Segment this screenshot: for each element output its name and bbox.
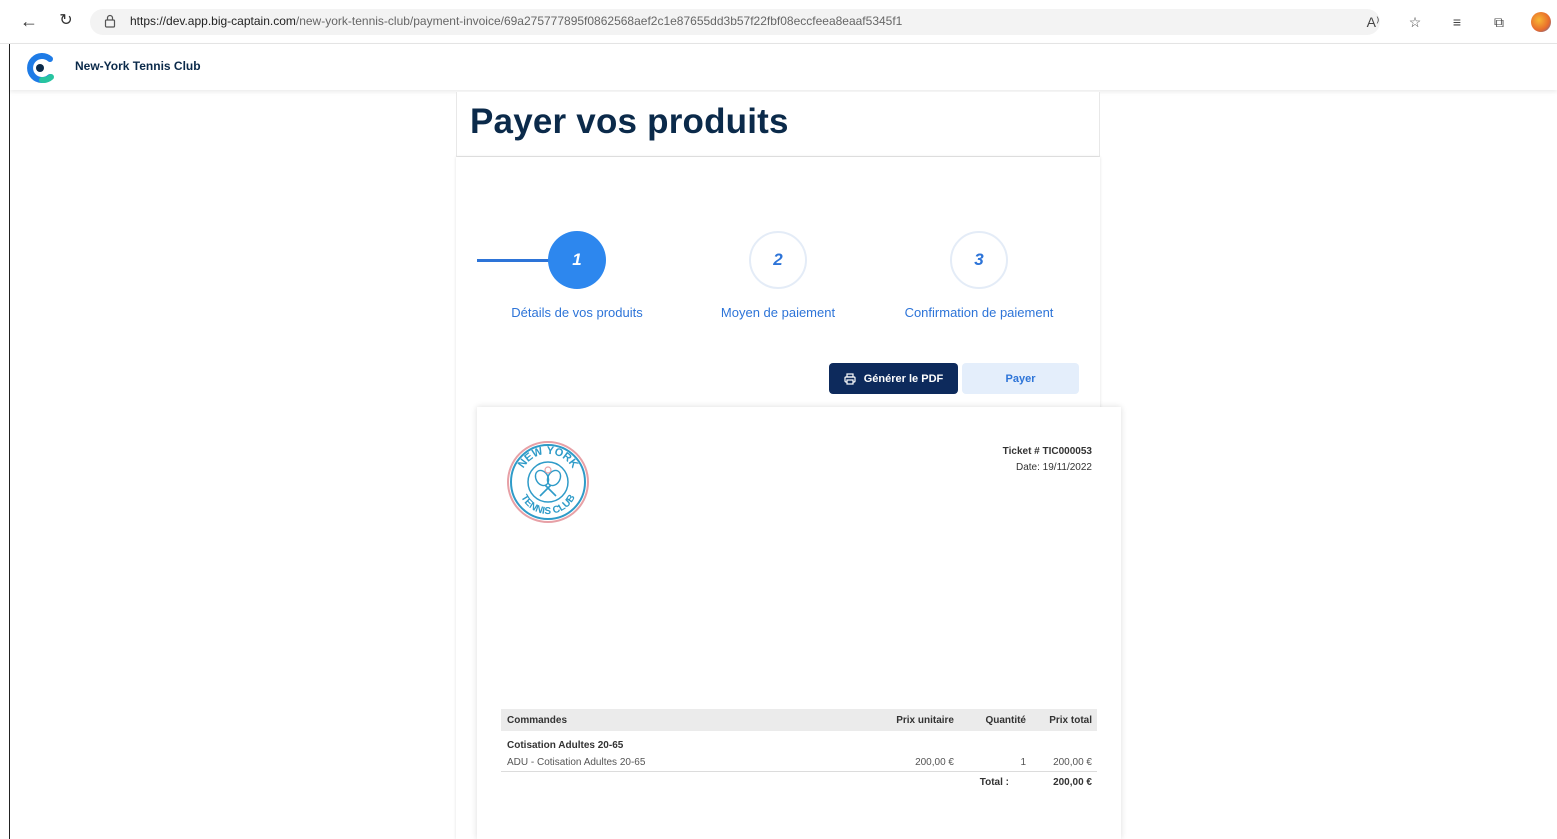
url-path: /new-york-tennis-club/payment-invoice/69… (295, 14, 903, 28)
address-bar[interactable]: https://dev.app.big-captain.com/new-york… (90, 9, 1380, 35)
col-prix-unitaire: Prix unitaire (896, 714, 954, 726)
brand-name[interactable]: New-York Tennis Club (75, 59, 201, 73)
page-title: Payer vos produits (470, 102, 789, 141)
col-commandes: Commandes (507, 714, 568, 726)
step-2-circle[interactable]: 2 (749, 231, 807, 289)
table-row: ADU - Cotisation Adultes 20-65 200,00 € … (501, 754, 1097, 772)
title-container: Payer vos produits (456, 92, 1100, 157)
pay-button[interactable]: Payer (962, 363, 1079, 394)
profile-avatar[interactable] (1531, 12, 1551, 32)
table-total-row: Total : 200,00 € (501, 772, 1097, 792)
step-1-circle[interactable]: 1 (548, 231, 606, 289)
order-group-title: Cotisation Adultes 20-65 (507, 740, 624, 751)
row-unit-price: 200,00 € (915, 757, 954, 768)
row-quantity: 1 (1020, 757, 1026, 768)
row-item: ADU - Cotisation Adultes 20-65 (507, 757, 646, 768)
back-arrow-icon[interactable]: ← (18, 10, 40, 32)
favorites-list-icon[interactable]: ≡ (1447, 12, 1467, 32)
printer-icon (844, 372, 856, 385)
lock-icon (104, 14, 116, 28)
total-value: 200,00 € (1053, 776, 1092, 788)
generate-pdf-button[interactable]: Générer le PDF (829, 363, 958, 394)
orders-table: Commandes Prix unitaire Quantité Prix to… (501, 709, 1097, 792)
refresh-icon[interactable]: ↻ (55, 10, 77, 32)
generate-pdf-label: Générer le PDF (863, 372, 944, 385)
step-3-circle[interactable]: 3 (950, 231, 1008, 289)
step-2-label: Moyen de paiement (720, 305, 836, 320)
col-quantite: Quantité (985, 714, 1026, 726)
table-header: Commandes Prix unitaire Quantité Prix to… (501, 709, 1097, 731)
url-host: https://dev.app.big-captain.com (130, 14, 296, 28)
ticket-date: Date: 19/11/2022 (1016, 462, 1092, 473)
url-text: https://dev.app.big-captain.com/new-york… (130, 14, 902, 28)
club-logo-icon: NEW YORK TENNIS CLUB (507, 441, 589, 523)
total-label: Total : (979, 776, 1009, 788)
browser-toolbar: ← ↻ https://dev.app.big-captain.com/new-… (0, 0, 1557, 44)
read-aloud-icon[interactable]: A⁾ (1363, 12, 1383, 32)
step-3-label: Confirmation de paiement (904, 305, 1054, 320)
ticket-number: Ticket # TIC000053 (1002, 446, 1092, 457)
ticket-info: Ticket # TIC000053 Date: 19/11/2022 (1003, 444, 1092, 476)
step-1-label: Détails de vos produits (511, 305, 643, 320)
collections-icon[interactable]: ⧉ (1489, 12, 1509, 32)
app-header: New-York Tennis Club (10, 44, 1557, 90)
row-total: 200,00 € (1053, 757, 1092, 768)
window-edge (9, 44, 10, 839)
col-prix-total: Prix total (1049, 714, 1092, 726)
favorite-add-icon[interactable]: ☆ (1405, 12, 1425, 32)
brand-logo-icon[interactable] (24, 52, 56, 84)
